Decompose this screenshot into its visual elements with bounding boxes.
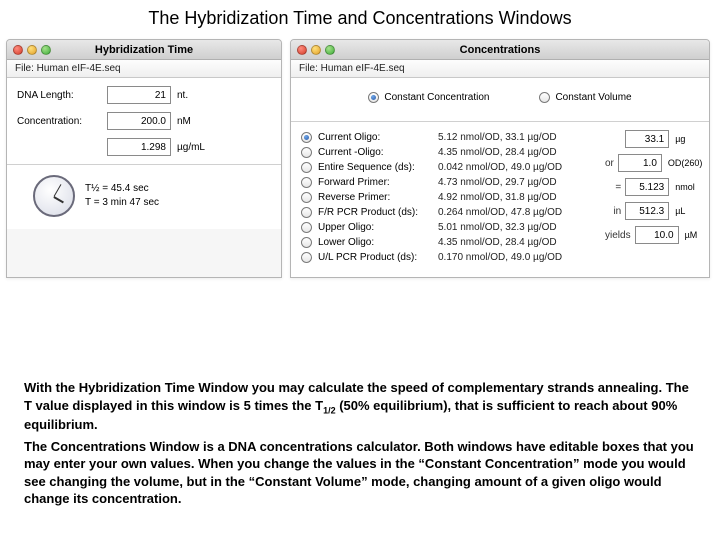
oligo-name: Current Oligo: — [318, 132, 438, 143]
oligo-row[interactable]: Upper Oligo:5.01 nmol/OD, 32.3 µg/OD — [301, 220, 599, 235]
mode-label: Constant Volume — [555, 92, 631, 103]
t-full-value: T = 3 min 47 sec — [85, 196, 159, 210]
oligo-name: Reverse Primer: — [318, 192, 438, 203]
oligo-value: 4.35 nmol/OD, 28.4 µg/OD — [438, 147, 557, 158]
oligo-value: 4.73 nmol/OD, 29.7 µg/OD — [438, 177, 557, 188]
oligo-name: U/L PCR Product (ds): — [318, 252, 438, 263]
radio-icon — [301, 252, 312, 263]
file-label: File: Human eIF-4E.seq — [291, 60, 709, 78]
oligo-row[interactable]: Entire Sequence (ds):0.042 nmol/OD, 49.0… — [301, 160, 599, 175]
clock-icon — [33, 175, 75, 217]
yield-input[interactable] — [635, 226, 679, 244]
oligo-name: Upper Oligo: — [318, 222, 438, 233]
oligo-name: Forward Primer: — [318, 177, 438, 188]
vol-input[interactable] — [625, 202, 669, 220]
od-input[interactable] — [618, 154, 662, 172]
t-half-value: T½ = 45.4 sec — [85, 182, 159, 196]
radio-icon — [301, 192, 312, 203]
radio-icon — [368, 92, 379, 103]
mass-input[interactable] — [625, 130, 669, 148]
oligo-value: 5.12 nmol/OD, 33.1 µg/OD — [438, 132, 557, 143]
unit: µL — [675, 206, 699, 216]
oligo-name: Lower Oligo: — [318, 237, 438, 248]
unit: µg — [675, 134, 699, 144]
oligo-row[interactable]: F/R PCR Product (ds):0.264 nmol/OD, 47.8… — [301, 205, 599, 220]
concentration-label: Concentration: — [17, 116, 107, 127]
oligo-value: 0.170 nmol/OD, 49.0 µg/OD — [438, 252, 562, 263]
titlebar: Concentrations — [291, 40, 709, 60]
mode-constant-concentration[interactable]: Constant Concentration — [368, 92, 489, 103]
oligo-name: Entire Sequence (ds): — [318, 162, 438, 173]
unit: µM — [685, 230, 699, 240]
radio-icon — [301, 147, 312, 158]
side-inputs: µg orOD(260) =nmol inµL yieldsµM — [599, 130, 699, 265]
description-text: With the Hybridization Time Window you m… — [24, 379, 696, 512]
unit: OD(260) — [668, 158, 703, 168]
prefix: or — [605, 158, 618, 169]
oligo-row[interactable]: Reverse Primer:4.92 nmol/OD, 31.8 µg/OD — [301, 190, 599, 205]
radio-icon — [301, 162, 312, 173]
concentration-unit: nM — [177, 116, 191, 127]
prefix: yields — [605, 230, 635, 241]
page-title: The Hybridization Time and Concentration… — [0, 0, 720, 39]
oligo-list: Current Oligo:5.12 nmol/OD, 33.1 µg/OD C… — [301, 130, 599, 265]
density-input[interactable] — [107, 138, 171, 156]
mode-constant-volume[interactable]: Constant Volume — [539, 92, 631, 103]
radio-icon — [301, 237, 312, 248]
prefix: in — [605, 206, 625, 217]
radio-icon — [301, 132, 312, 143]
oligo-row[interactable]: Lower Oligo:4.35 nmol/OD, 28.4 µg/OD — [301, 235, 599, 250]
oligo-value: 0.042 nmol/OD, 49.0 µg/OD — [438, 162, 562, 173]
oligo-value: 5.01 nmol/OD, 32.3 µg/OD — [438, 222, 557, 233]
nmol-input[interactable] — [625, 178, 669, 196]
unit: nmol — [675, 182, 699, 192]
oligo-value: 4.35 nmol/OD, 28.4 µg/OD — [438, 237, 557, 248]
oligo-row[interactable]: Forward Primer:4.73 nmol/OD, 29.7 µg/OD — [301, 175, 599, 190]
oligo-row[interactable]: U/L PCR Product (ds):0.170 nmol/OD, 49.0… — [301, 250, 599, 265]
concentration-input[interactable] — [107, 112, 171, 130]
oligo-value: 0.264 nmol/OD, 47.8 µg/OD — [438, 207, 562, 218]
oligo-value: 4.92 nmol/OD, 31.8 µg/OD — [438, 192, 557, 203]
concentrations-window: Concentrations File: Human eIF-4E.seq Co… — [290, 39, 710, 278]
window-title: Hybridization Time — [7, 44, 281, 56]
hybridization-window: Hybridization Time File: Human eIF-4E.se… — [6, 39, 282, 278]
radio-icon — [301, 207, 312, 218]
dna-length-label: DNA Length: — [17, 90, 107, 101]
density-unit: µg/mL — [177, 142, 205, 153]
file-label: File: Human eIF-4E.seq — [7, 60, 281, 78]
oligo-name: Current -Oligo: — [318, 147, 438, 158]
titlebar: Hybridization Time — [7, 40, 281, 60]
window-title: Concentrations — [291, 44, 709, 56]
oligo-row[interactable]: Current -Oligo:4.35 nmol/OD, 28.4 µg/OD — [301, 145, 599, 160]
dna-length-input[interactable] — [107, 86, 171, 104]
dna-length-unit: nt. — [177, 90, 188, 101]
mode-label: Constant Concentration — [384, 92, 489, 103]
prefix: = — [605, 182, 625, 193]
radio-icon — [539, 92, 550, 103]
radio-icon — [301, 222, 312, 233]
radio-icon — [301, 177, 312, 188]
oligo-row[interactable]: Current Oligo:5.12 nmol/OD, 33.1 µg/OD — [301, 130, 599, 145]
oligo-name: F/R PCR Product (ds): — [318, 207, 438, 218]
